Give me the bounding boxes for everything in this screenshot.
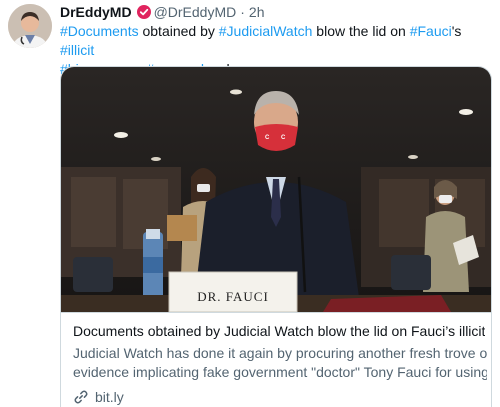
display-name[interactable]: DrEddyMD [60,4,132,20]
tweet-text-segment: blow the lid on [312,23,410,39]
svg-text:C: C [281,135,286,141]
card-description: Judicial Watch has done it again by proc… [73,344,487,382]
avatar[interactable] [8,4,52,48]
card-title[interactable]: Documents obtained by Judicial Watch blo… [73,322,485,341]
tweet-text-segment: obtained by [138,23,219,39]
verified-badge-icon [136,5,151,19]
card-image[interactable]: C C DR. FAUCI [61,67,491,312]
card-domain[interactable]: bit.ly [73,388,124,406]
link-card[interactable]: C C DR. FAUCI Documents obtained by Judi… [60,66,492,407]
image-placard-text: DR. FAUCI [197,289,269,304]
hashtag-fauci[interactable]: #Fauci [410,23,452,39]
card-description-line: evidence implicating fake government "do… [73,364,487,380]
hashtag-judicialwatch[interactable]: #JudicialWatch [219,23,313,39]
hashtag-documents[interactable]: #Documents [60,23,139,39]
separator-dot: · [240,4,245,20]
card-body[interactable]: Documents obtained by Judicial Watch blo… [61,312,491,405]
tweet[interactable]: DrEddyMD @DrEddyMD · 2h #Documents obtai… [0,0,500,407]
timestamp[interactable]: 2h [249,4,265,20]
hashtag-illicit[interactable]: #illicit [60,42,94,58]
card-description-line: Judicial Watch has done it again by proc… [73,345,487,361]
svg-text:C: C [265,135,270,141]
tweet-text-segment: 's [451,23,462,39]
link-icon [73,389,89,405]
card-domain-text[interactable]: bit.ly [95,389,124,405]
handle[interactable]: @DrEddyMD [154,4,237,20]
tweet-header: DrEddyMD @DrEddyMD · 2h [60,3,264,21]
